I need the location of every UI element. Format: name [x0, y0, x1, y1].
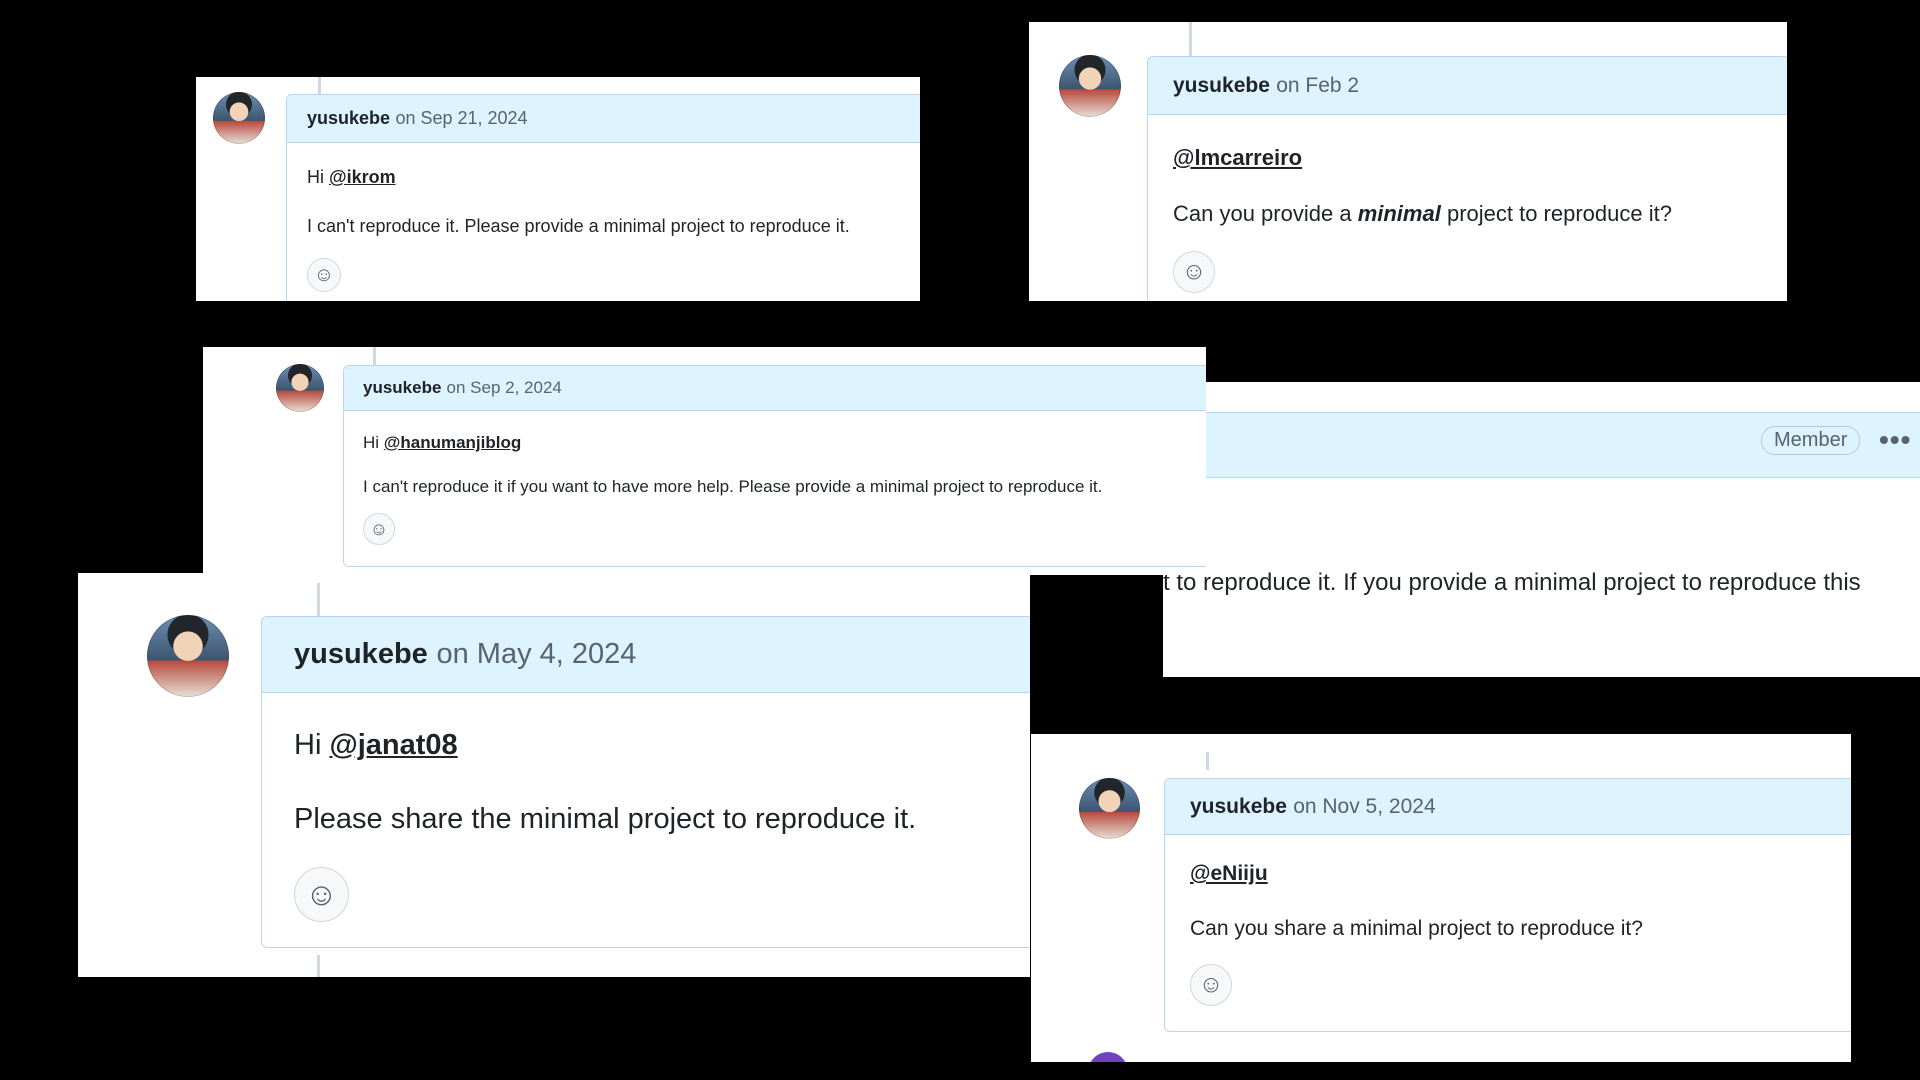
add-reaction-button[interactable]: ☺	[294, 867, 349, 922]
member-badge: Member	[1761, 426, 1861, 455]
add-reaction-button[interactable]: ☺	[1173, 251, 1215, 293]
avatar[interactable]	[1059, 55, 1121, 117]
comment-date[interactable]: on Feb 2	[1276, 74, 1359, 98]
comment-card-5: yusukebe on May 4, 2024 Hi @janat08 Plea…	[78, 573, 1030, 977]
smiley-icon: ☺	[305, 876, 338, 912]
comment-header: yusukebe on Nov 5, 2024	[1165, 779, 1851, 835]
body-text-emphasis: minimal	[1357, 201, 1441, 226]
comment-box: yusukebe on Feb 2 @lmcarreiro Can you pr…	[1147, 56, 1787, 301]
mention-line: @eNiiju	[1190, 862, 1268, 886]
avatar[interactable]	[147, 615, 229, 697]
avatar[interactable]	[1079, 778, 1140, 839]
comment-card-4: Member ••• t to reproduce it. If you pro…	[1163, 382, 1920, 677]
smiley-icon: ☺	[1181, 258, 1207, 285]
comment-body: I can't reproduce it. Please provide a m…	[307, 216, 850, 236]
comment-card-3: yusukebe on Sep 2, 2024 Hi @hanumanjiblo…	[203, 347, 1206, 575]
avatar[interactable]	[276, 364, 324, 412]
comment-header: yusukebe on Sep 21, 2024	[287, 95, 920, 143]
comment-card-6: yusukebe on Nov 5, 2024 @eNiiju Can you …	[1031, 734, 1851, 1062]
comment-date[interactable]: on Sep 21, 2024	[395, 108, 527, 129]
add-reaction-button[interactable]: ☺	[363, 513, 395, 545]
avatar[interactable]	[213, 92, 265, 144]
add-reaction-button[interactable]: ☺	[1190, 964, 1232, 1006]
comment-body: Can you provide a minimal project to rep…	[1173, 201, 1672, 227]
greeting-text: Hi	[294, 729, 322, 761]
comment-box: yusukebe on Nov 5, 2024 @eNiiju Can you …	[1164, 778, 1851, 1032]
comment-body: t to reproduce it. If you provide a mini…	[1163, 569, 1861, 596]
comment-date[interactable]: on Sep 2, 2024	[447, 378, 562, 398]
timeline-line	[317, 955, 320, 977]
comment-body: Please share the minimal project to repr…	[294, 803, 917, 835]
author-link[interactable]: yusukebe	[363, 378, 441, 398]
comment-card-2: yusukebe on Feb 2 @lmcarreiro Can you pr…	[1029, 22, 1787, 301]
timeline-line	[373, 347, 376, 367]
author-link[interactable]: yusukebe	[307, 108, 390, 129]
comment-body: Can you share a minimal project to repro…	[1190, 917, 1643, 940]
greeting-text: Hi	[363, 433, 380, 452]
mention-link[interactable]: @janat08	[329, 729, 457, 761]
comment-box: yusukebe on May 4, 2024 Hi @janat08 Plea…	[261, 616, 1030, 948]
timeline-line	[1189, 22, 1192, 57]
mention-link[interactable]: @ikrom	[329, 167, 396, 187]
comment-header: yusukebe on Sep 2, 2024	[344, 366, 1206, 411]
comment-box: yusukebe on Sep 21, 2024 Hi @ikrom I can…	[286, 94, 920, 301]
comment-box: yusukebe on Sep 2, 2024 Hi @hanumanjiblo…	[343, 365, 1206, 567]
mention-link[interactable]: @eNiiju	[1190, 862, 1268, 885]
author-link[interactable]: yusukebe	[294, 638, 428, 671]
author-link[interactable]: yusukebe	[1173, 74, 1270, 98]
add-reaction-button[interactable]: ☺	[307, 258, 341, 292]
greeting-line: Hi @hanumanjiblog	[363, 433, 521, 453]
comment-date[interactable]: on Nov 5, 2024	[1293, 795, 1435, 819]
greeting-text: Hi	[307, 167, 324, 187]
smiley-icon: ☺	[369, 518, 389, 539]
mention-link[interactable]: @hanumanjiblog	[384, 433, 521, 452]
comment-card-1: yusukebe on Sep 21, 2024 Hi @ikrom I can…	[196, 77, 920, 301]
greeting-line: Hi @janat08	[294, 729, 458, 762]
comment-body: I can't reproduce it if you want to have…	[363, 477, 1103, 496]
mention-line: @lmcarreiro	[1173, 145, 1302, 171]
smiley-icon: ☺	[1198, 971, 1224, 998]
more-options-button[interactable]: •••	[1879, 424, 1911, 456]
timeline-line	[1206, 752, 1209, 770]
smiley-icon: ☺	[313, 263, 335, 286]
next-avatar-partial	[1088, 1052, 1128, 1062]
body-text-pre: Can you provide a	[1173, 201, 1352, 226]
body-text-post: project to reproduce it?	[1446, 201, 1672, 226]
comment-header: yusukebe on May 4, 2024	[262, 617, 1030, 693]
comment-header: yusukebe on Feb 2	[1148, 57, 1787, 115]
author-link[interactable]: yusukebe	[1190, 795, 1287, 819]
comment-date[interactable]: on May 4, 2024	[436, 638, 636, 671]
greeting-line: Hi @ikrom	[307, 167, 396, 188]
mention-link[interactable]: @lmcarreiro	[1173, 145, 1302, 170]
